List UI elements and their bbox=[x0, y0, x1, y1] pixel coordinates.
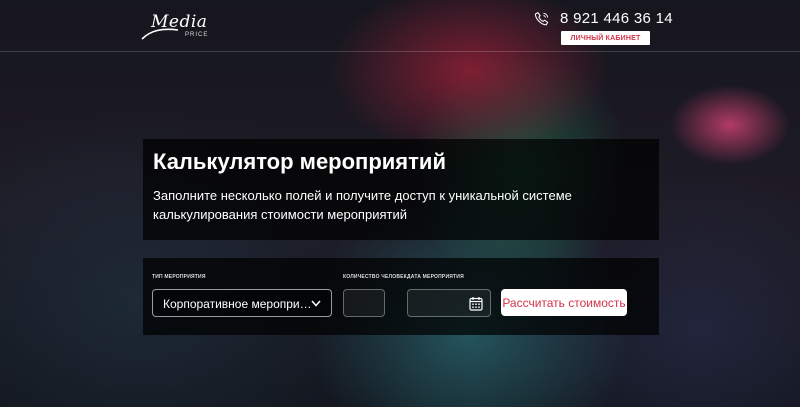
page-subtitle: Заполните несколько полей и получите дос… bbox=[153, 188, 572, 222]
site-header: Media PRICE 8 921 446 36 14 ЛИЧНЫЙ КАБИН… bbox=[0, 0, 800, 52]
event-type-label: ТИП МЕРОПРИЯТИЯ bbox=[152, 274, 206, 280]
logo-text: Media bbox=[151, 12, 208, 32]
quantity-label: КОЛИЧЕСТВО ЧЕЛОВЕК bbox=[343, 274, 407, 280]
logo[interactable]: Media PRICE bbox=[141, 12, 211, 40]
calendar-icon[interactable] bbox=[469, 296, 483, 311]
personal-cabinet-button[interactable]: ЛИЧНЫЙ КАБИНЕТ bbox=[561, 31, 650, 45]
date-input[interactable] bbox=[407, 289, 491, 317]
date-label: ДАТА МЕРОПРИЯТИЯ bbox=[407, 274, 464, 280]
page-title: Калькулятор мероприятий bbox=[153, 149, 446, 174]
event-type-select[interactable]: Корпоративное меропри… bbox=[152, 289, 332, 317]
event-type-value: Корпоративное меропри… bbox=[163, 297, 312, 311]
phone-icon bbox=[534, 12, 549, 26]
hero-panel: Калькулятор мероприятий Заполните нескол… bbox=[143, 139, 659, 240]
calculate-button[interactable]: Рассчитать стоимость bbox=[501, 289, 627, 316]
phone-number[interactable]: 8 921 446 36 14 bbox=[560, 10, 673, 27]
calculator-form: ТИП МЕРОПРИЯТИЯ Корпоративное меропри… К… bbox=[143, 258, 659, 335]
quantity-input[interactable] bbox=[343, 289, 385, 317]
chevron-down-icon bbox=[311, 300, 321, 307]
logo-subtext: PRICE bbox=[185, 32, 209, 38]
